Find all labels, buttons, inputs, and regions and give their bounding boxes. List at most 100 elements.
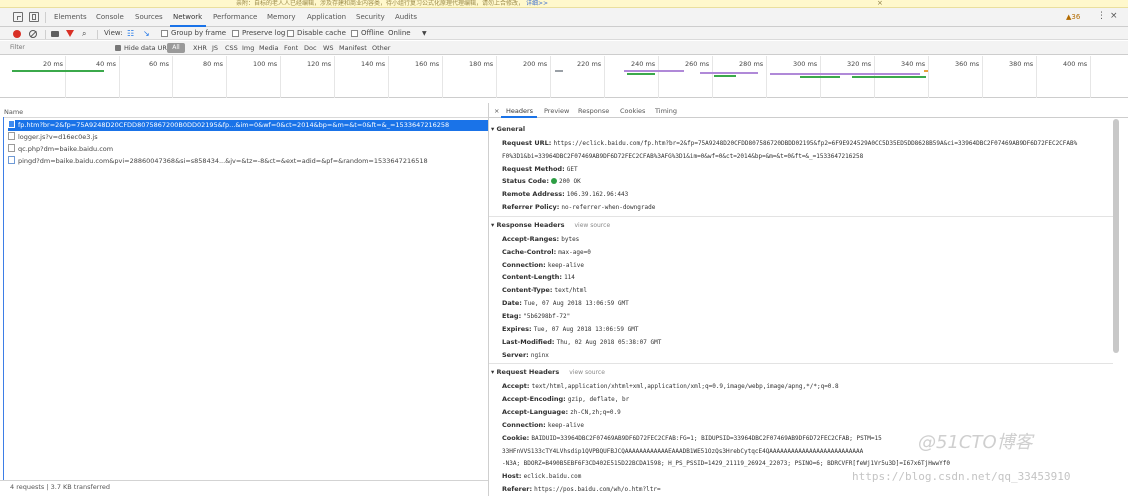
view-source-link[interactable]: view source [569, 369, 605, 376]
chevron-down-icon[interactable]: ▼ [422, 29, 427, 38]
type-filter-all[interactable]: All [167, 43, 185, 53]
group-by-frame-checkbox[interactable] [161, 30, 168, 37]
general-section-header[interactable]: ▾ General [491, 125, 525, 133]
group-by-frame-label: Group by frame [171, 29, 227, 37]
type-filter-font[interactable]: Font [284, 44, 298, 52]
remote-address-row: Remote Address: 106.39.162.96:443 [502, 190, 628, 198]
header-value: gzip, deflate, br [567, 396, 630, 403]
response-headers-section-header[interactable]: ▾ Response Headers view source [491, 221, 610, 229]
header-value: 114 [564, 274, 575, 281]
timing-bar [800, 76, 840, 78]
header-row: Cache-Control: max-age=0 [502, 248, 591, 256]
name-column-header[interactable]: Name [4, 108, 23, 116]
grid-line [442, 56, 443, 98]
preserve-log-checkbox[interactable] [232, 30, 239, 37]
request-row[interactable]: pingd?dm=baike.baidu.com&pvi=28860047368… [8, 156, 488, 167]
notification-link[interactable]: 详细>> [526, 0, 548, 7]
tab-timing[interactable]: Timing [655, 107, 677, 115]
header-key: Content-Length: [502, 273, 562, 281]
header-key: Referer: [502, 485, 533, 493]
request-row[interactable]: fp.htm?br=2&fp=75A9248D20CFDD8075867200B… [8, 120, 488, 131]
request-url-continuation: F0%3D1&bi=33964DBC2F07469AB9DF6D72FEC2CF… [502, 152, 863, 160]
camera-icon[interactable] [51, 31, 59, 37]
notification-text: 亲附：自标的老人人已经编辑，涉及存建和商业内容类，待小组行复习公式化原理代理编辑… [236, 0, 548, 7]
request-row[interactable]: logger.js?v=d16ec0e3.js [8, 132, 488, 143]
large-rows-icon[interactable]: ☷ [127, 29, 134, 38]
status-code-row: Status Code: 200 OK [502, 177, 581, 185]
more-options-icon[interactable]: ⋮ [1097, 11, 1106, 21]
type-filter-other[interactable]: Other [372, 44, 390, 52]
header-value: Thu, 02 Aug 2018 05:38:07 GMT [556, 339, 662, 346]
hide-data-urls-checkbox[interactable] [115, 45, 121, 51]
header-key: Referrer Policy: [502, 203, 560, 211]
clear-icon[interactable] [29, 30, 37, 38]
tab-headers[interactable]: Headers [506, 107, 533, 115]
grid-line [766, 56, 767, 98]
view-source-link[interactable]: view source [574, 222, 610, 229]
offline-label: Offline [361, 29, 384, 37]
grid-line [1090, 56, 1091, 98]
timeline-tick: 340 ms [901, 60, 926, 68]
tab-elements[interactable]: Elements [54, 13, 87, 21]
type-filter-ws[interactable]: WS [323, 44, 334, 52]
timeline-tick: 80 ms [203, 60, 224, 68]
header-row: Accept-Encoding: gzip, deflate, br [502, 395, 629, 403]
grid-line [1036, 56, 1037, 98]
type-filter-js[interactable]: JS [212, 44, 218, 52]
request-headers-section-header[interactable]: ▾ Request Headers view source [491, 368, 605, 376]
close-devtools-icon[interactable]: × [1110, 11, 1118, 21]
timeline-tick: 200 ms [523, 60, 548, 68]
grid-line [119, 56, 120, 98]
tab-preview[interactable]: Preview [544, 107, 569, 115]
type-filter-media[interactable]: Media [259, 44, 279, 52]
tab-security[interactable]: Security [356, 13, 385, 21]
filter-input[interactable] [10, 43, 105, 53]
notification-close-icon[interactable]: × [877, 0, 883, 8]
header-row: Accept-Ranges: bytes [502, 235, 579, 243]
tab-response[interactable]: Response [578, 107, 609, 115]
section-title: Request Headers [496, 368, 560, 376]
detail-scrollbar[interactable] [1113, 119, 1119, 353]
tab-cookies[interactable]: Cookies [620, 107, 645, 115]
tab-audits[interactable]: Audits [395, 13, 417, 21]
tab-memory[interactable]: Memory [267, 13, 295, 21]
type-filter-doc[interactable]: Doc [304, 44, 317, 52]
request-row[interactable]: qc.php?dm=baike.baidu.com [8, 144, 488, 155]
overview-icon[interactable]: ↘ [143, 29, 150, 38]
tab-network[interactable]: Network [173, 13, 202, 21]
header-value: bytes [561, 236, 580, 243]
filter-icon[interactable] [66, 30, 74, 37]
header-key: Status Code: [502, 177, 549, 185]
header-row: Referer: https://pos.baidu.com/wh/o.htm?… [502, 485, 661, 493]
warnings-badge[interactable]: ▲36 [1066, 13, 1080, 21]
header-key: Connection: [502, 421, 546, 429]
type-filter-xhr[interactable]: XHR [193, 44, 207, 52]
offline-checkbox[interactable] [351, 30, 358, 37]
record-icon[interactable] [13, 30, 21, 38]
timing-bar [624, 70, 684, 72]
throttling-select[interactable]: Online [388, 29, 411, 38]
tab-application[interactable]: Application [307, 13, 346, 21]
grid-line [928, 56, 929, 98]
disable-cache-checkbox[interactable] [287, 30, 294, 37]
type-filter-img[interactable]: Img [242, 44, 254, 52]
header-value: Tue, 07 Aug 2018 13:06:59 GMT [523, 300, 629, 307]
device-toolbar-icon[interactable] [29, 12, 39, 22]
type-filter-css[interactable]: CSS [225, 44, 238, 52]
header-row: Connection: keep-alive [502, 261, 584, 269]
tab-console[interactable]: Console [96, 13, 124, 21]
tab-sources[interactable]: Sources [135, 13, 163, 21]
grid-line [65, 56, 66, 98]
type-filter-manifest[interactable]: Manifest [339, 44, 367, 52]
pane-divider[interactable] [488, 103, 489, 496]
request-name: pingd?dm=baike.baidu.com&pvi=28860047368… [18, 157, 428, 165]
inspect-element-icon[interactable] [13, 12, 23, 22]
section-title: General [496, 125, 526, 133]
header-value: text/html,application/xhtml+xml,applicat… [531, 383, 839, 390]
detail-close-icon[interactable]: × [494, 107, 499, 115]
tab-performance[interactable]: Performance [213, 13, 257, 21]
header-value: zh-CN,zh;q=0.9 [570, 409, 621, 416]
search-icon[interactable]: ⌕ [82, 29, 86, 38]
timeline-tick: 120 ms [307, 60, 332, 68]
grid-line [226, 56, 227, 98]
